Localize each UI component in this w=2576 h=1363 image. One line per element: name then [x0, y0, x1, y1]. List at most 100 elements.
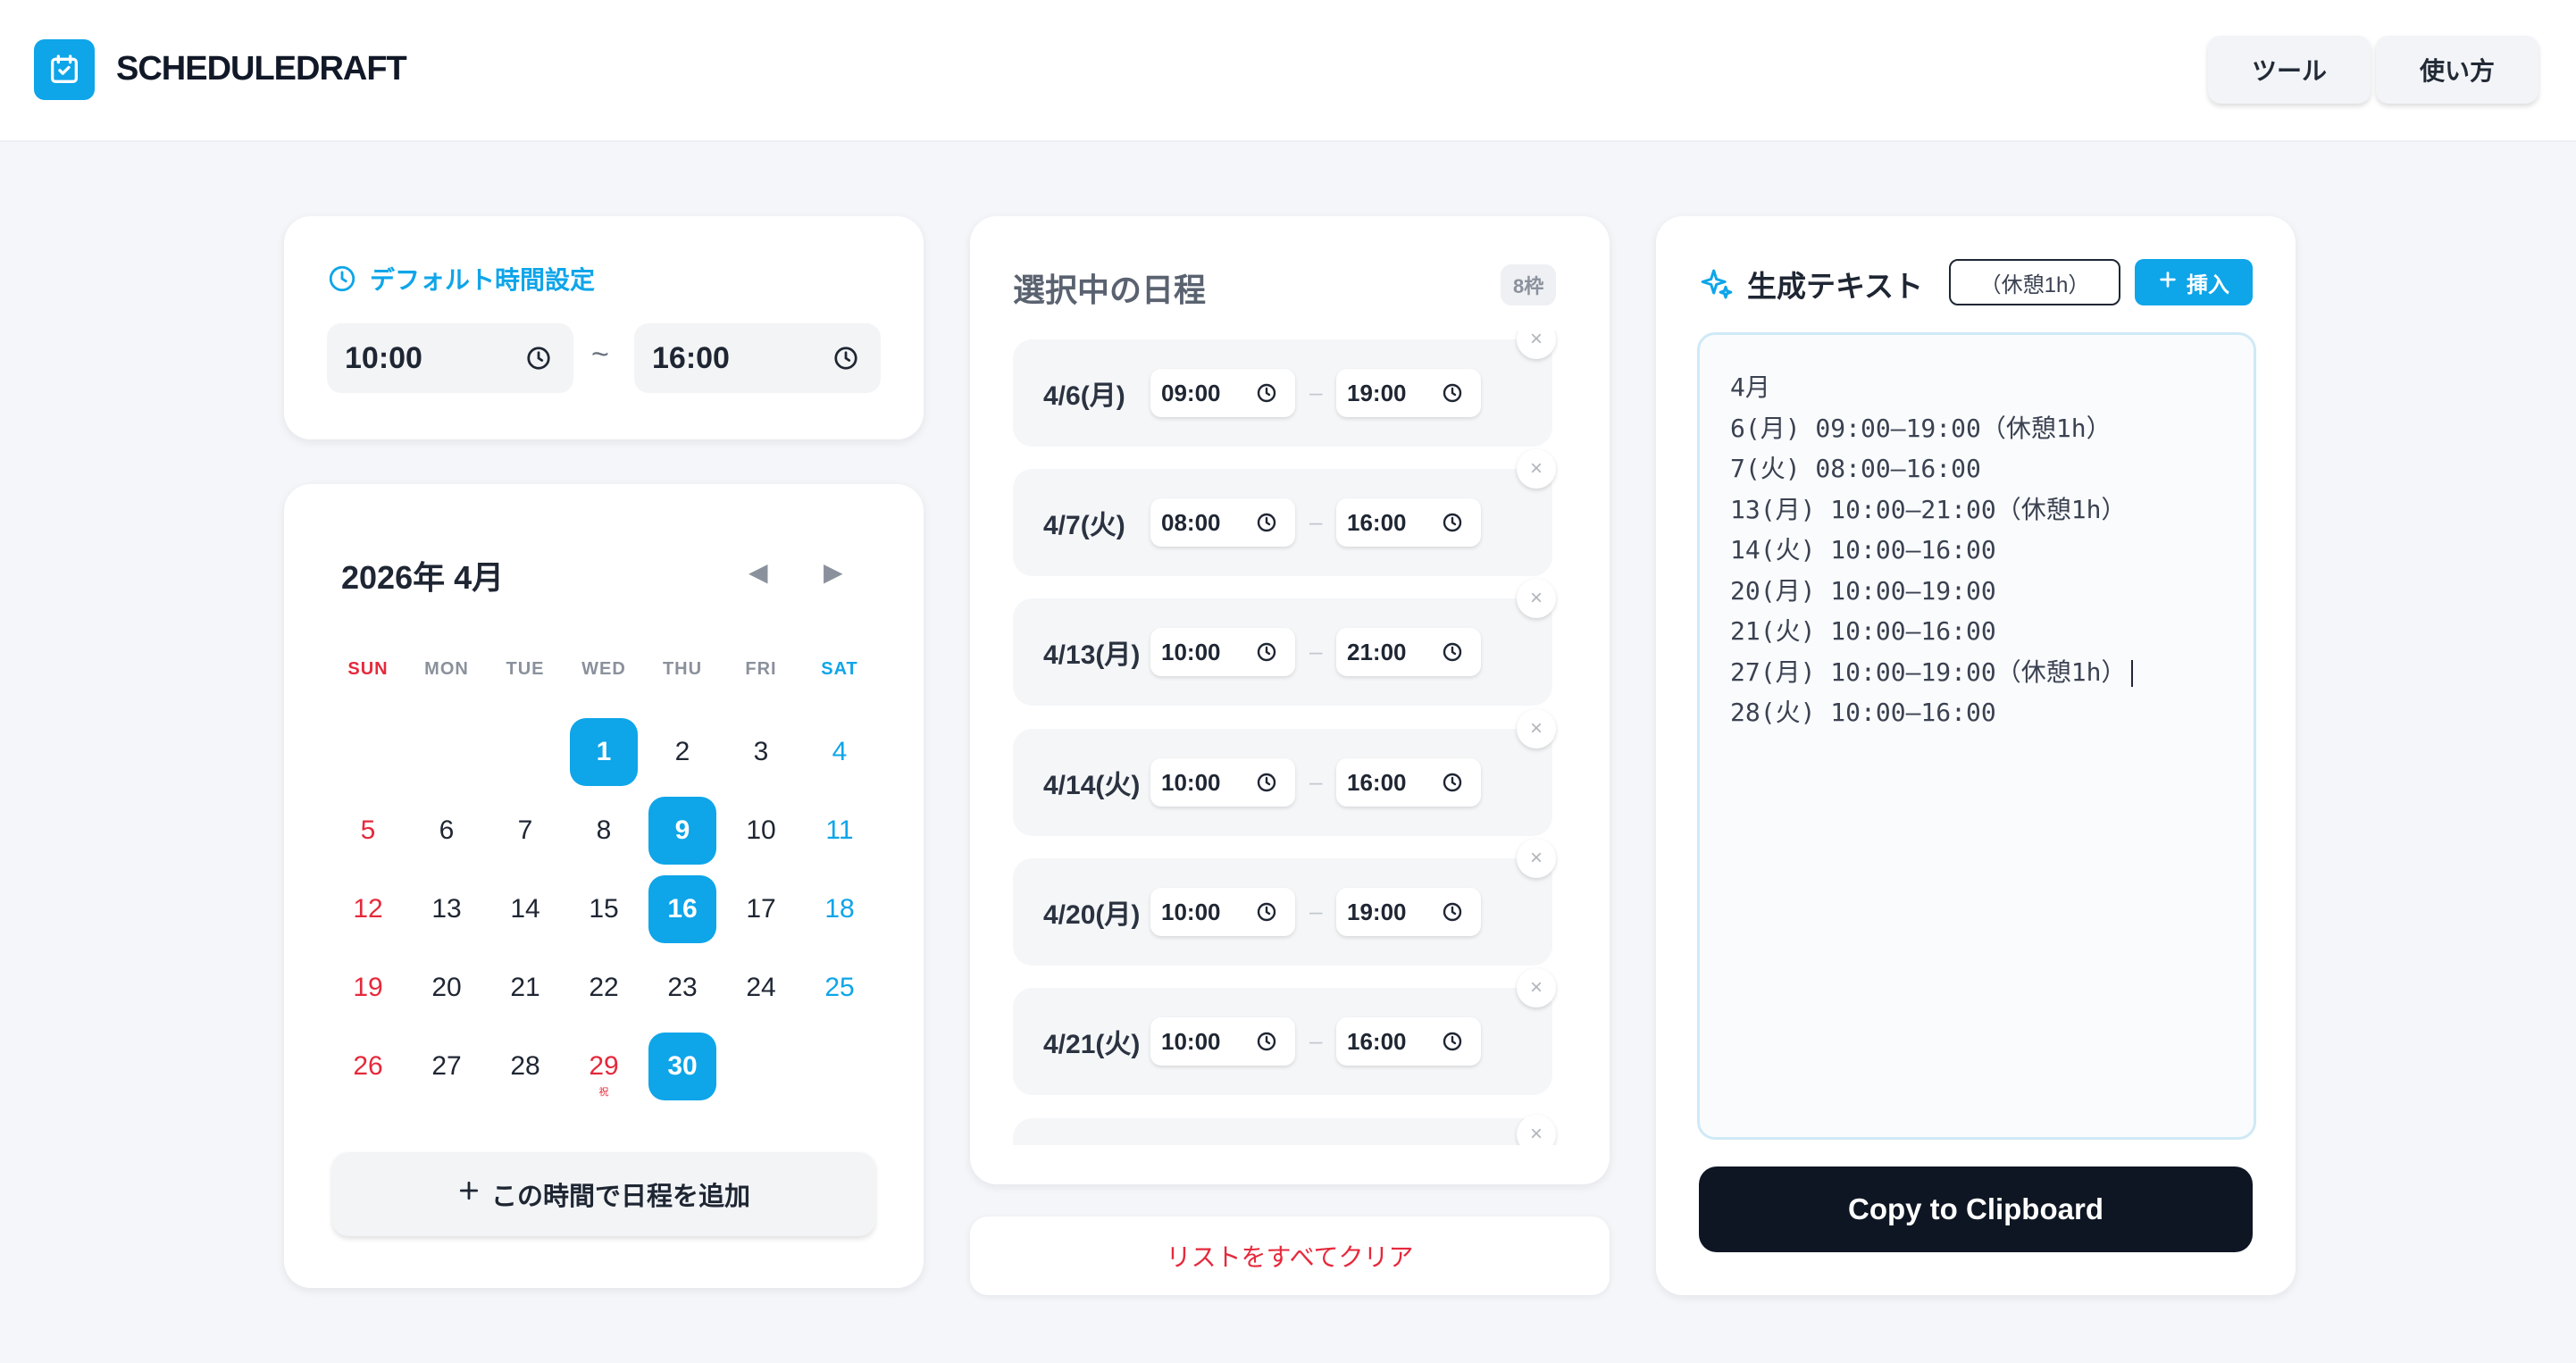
schedule-list[interactable]: 4/6(月) 09:00–19:00 × 4/7(火) 08:00–16:00 × 4/13… [970, 330, 1610, 1145]
next-month-button[interactable]: ▶ [824, 557, 843, 587]
remove-schedule-button[interactable]: × [1517, 449, 1556, 489]
calendar-day-number: 13 [431, 894, 462, 924]
clock-icon[interactable] [525, 345, 552, 372]
schedule-end-time-input[interactable]: 16:00 [1336, 1017, 1481, 1066]
calendar-day[interactable]: 21 [491, 954, 559, 1022]
default-end-time-input[interactable]: 16:00 [634, 323, 881, 393]
calendar-day[interactable]: 6 [413, 797, 481, 865]
schedule-end-time-input[interactable]: 19:00 [1336, 369, 1481, 417]
text-cursor [2131, 659, 2134, 687]
default-end-time-value: 16:00 [652, 340, 730, 375]
calendar-day[interactable]: 15 [570, 875, 638, 943]
clock-icon[interactable] [1442, 901, 1463, 923]
weekday-label: WED [581, 659, 626, 679]
calendar-day[interactable]: 26 [334, 1033, 402, 1100]
schedule-start-time-input[interactable]: 10:00 [1150, 888, 1295, 936]
weekday-label: MON [424, 659, 469, 679]
schedule-start-time-input[interactable]: 09:00 [1150, 369, 1295, 417]
calendar-day[interactable]: 23 [648, 954, 716, 1022]
calendar-day[interactable]: 24 [727, 954, 795, 1022]
schedule-start-time-input[interactable]: 10:00 [1150, 758, 1295, 807]
calendar-day[interactable]: 1 [570, 718, 638, 786]
remove-schedule-button[interactable]: × [1517, 968, 1556, 1008]
calendar-day-number: 12 [353, 894, 383, 924]
plus-icon [457, 1179, 481, 1209]
prev-month-button[interactable]: ◀ [749, 557, 768, 587]
calendar-day[interactable]: 20 [413, 954, 481, 1022]
calendar-day[interactable]: 16 [648, 875, 716, 943]
schedule-end-time-input[interactable]: 16:00 [1336, 498, 1481, 547]
weekday-label: TUE [506, 659, 545, 679]
calendar-day-number: 7 [517, 815, 533, 845]
clock-icon[interactable] [832, 345, 859, 372]
calendar-day[interactable]: 8 [570, 797, 638, 865]
calendar-day[interactable]: 13 [413, 875, 481, 943]
nav-howto-button[interactable]: 使い方 [2376, 36, 2538, 104]
calendar-day[interactable]: 28 [491, 1033, 559, 1100]
clock-icon[interactable] [1256, 512, 1277, 533]
calendar-day[interactable]: 10 [727, 797, 795, 865]
schedule-end-time-input[interactable]: 19:00 [1336, 888, 1481, 936]
schedule-end-time-value: 16:00 [1347, 768, 1407, 796]
calendar-day-number: 30 [667, 1051, 698, 1081]
clear-all-button[interactable]: リストをすべてクリア [970, 1217, 1610, 1295]
remove-schedule-button[interactable]: × [1517, 1115, 1556, 1145]
calendar-day[interactable]: 11 [806, 797, 874, 865]
default-start-time-value: 10:00 [345, 340, 422, 375]
calendar-day[interactable]: 17 [727, 875, 795, 943]
generated-line: 13(月) 10:00–21:00（休憩1h） [1730, 494, 2127, 524]
generated-text-header: 生成テキスト [1699, 263, 1923, 305]
calendar-day-number: 15 [589, 894, 619, 924]
calendar-day[interactable]: 4 [806, 718, 874, 786]
clock-icon[interactable] [1256, 772, 1277, 793]
calendar-day[interactable]: 30 [648, 1033, 716, 1100]
insert-button[interactable]: 挿入 [2135, 259, 2253, 305]
calendar-day[interactable]: 9 [648, 797, 716, 865]
schedule-item-date: 4/21(火) [1043, 1030, 1141, 1059]
calendar-day[interactable]: 7 [491, 797, 559, 865]
schedule-start-time-input[interactable]: 10:00 [1150, 1017, 1295, 1066]
calendar-day[interactable]: 19 [334, 954, 402, 1022]
schedule-end-time-input[interactable]: 21:00 [1336, 628, 1481, 676]
schedule-end-time-value: 16:00 [1347, 1027, 1407, 1055]
calendar-day[interactable]: 29 祝 [570, 1033, 638, 1100]
remove-schedule-button[interactable]: × [1517, 839, 1556, 878]
generated-line-text: 27(月) 10:00–19:00（休憩1h） [1730, 656, 2127, 687]
calendar-day-number: 9 [674, 815, 690, 845]
snippet-input[interactable]: （休憩1h） [1949, 259, 2120, 305]
calendar-day-number: 14 [510, 894, 540, 924]
clock-icon[interactable] [1256, 901, 1277, 923]
generated-line: 28(火) 10:00–16:00 [1730, 698, 1996, 727]
clock-icon[interactable] [1256, 641, 1277, 663]
calendar-day[interactable]: 18 [806, 875, 874, 943]
clock-icon[interactable] [1442, 1031, 1463, 1052]
calendar-day[interactable]: 14 [491, 875, 559, 943]
calendar-day[interactable]: 2 [648, 718, 716, 786]
calendar-day-number: 23 [667, 973, 698, 1002]
calendar-day[interactable]: 22 [570, 954, 638, 1022]
clock-icon[interactable] [1256, 382, 1277, 404]
remove-schedule-button[interactable]: × [1517, 709, 1556, 748]
copy-to-clipboard-button[interactable]: Copy to Clipboard [1699, 1166, 2253, 1252]
add-schedule-button[interactable]: この時間で日程を追加 [332, 1152, 875, 1236]
clock-icon[interactable] [1442, 382, 1463, 404]
calendar-day[interactable]: 3 [727, 718, 795, 786]
schedule-start-time-value: 08:00 [1161, 508, 1221, 536]
clock-icon[interactable] [1442, 772, 1463, 793]
calendar-day[interactable]: 5 [334, 797, 402, 865]
calendar-day[interactable]: 12 [334, 875, 402, 943]
calendar-day-number: 16 [667, 894, 698, 924]
schedule-end-time-input[interactable]: 16:00 [1336, 758, 1481, 807]
calendar-day[interactable]: 27 [413, 1033, 481, 1100]
default-start-time-input[interactable]: 10:00 [327, 323, 573, 393]
schedule-start-time-input[interactable]: 10:00 [1150, 628, 1295, 676]
schedule-item-date: 4/13(月) [1043, 640, 1141, 670]
nav-tools-button[interactable]: ツール [2208, 36, 2371, 104]
clock-icon[interactable] [1442, 512, 1463, 533]
clock-icon[interactable] [1256, 1031, 1277, 1052]
generated-text-area[interactable]: 4月 6(月) 09:00–19:00（休憩1h） 7(火) 08:00–16:… [1697, 332, 2256, 1140]
remove-schedule-button[interactable]: × [1517, 579, 1556, 618]
calendar-day[interactable]: 25 [806, 954, 874, 1022]
schedule-start-time-input[interactable]: 08:00 [1150, 498, 1295, 547]
clock-icon[interactable] [1442, 641, 1463, 663]
